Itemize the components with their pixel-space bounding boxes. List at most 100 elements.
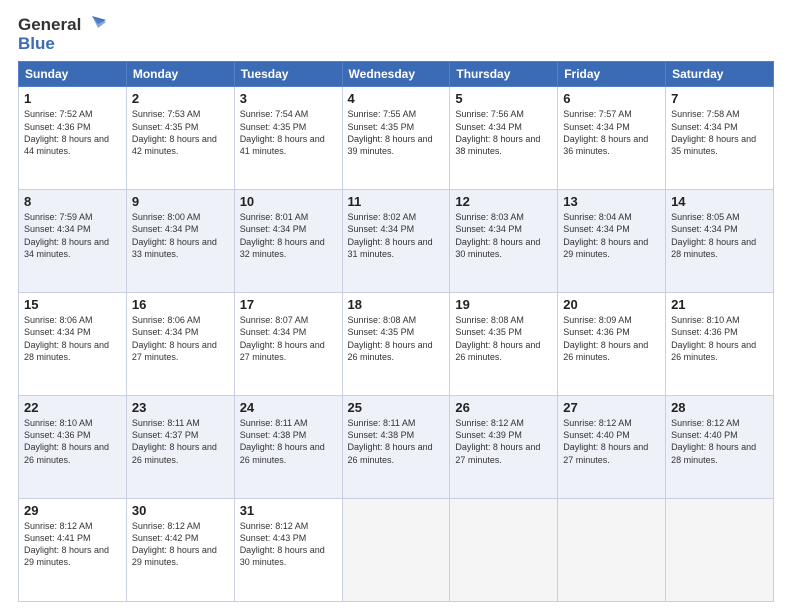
- day-number: 18: [348, 297, 445, 312]
- day-number: 6: [563, 91, 660, 106]
- day-info: Sunrise: 7:57 AMSunset: 4:34 PMDaylight:…: [563, 108, 660, 157]
- week-row-3: 15 Sunrise: 8:06 AMSunset: 4:34 PMDayligh…: [19, 293, 774, 396]
- logo-general: General: [18, 16, 81, 35]
- week-row-4: 22Sunrise: 8:10 AMSunset: 4:36 PMDayligh…: [19, 396, 774, 499]
- day-number: 22: [24, 400, 121, 415]
- day-info: Sunrise: 8:08 AMSunset: 4:35 PMDaylight:…: [348, 314, 445, 363]
- day-info: Sunrise: 7:54 AMSunset: 4:35 PMDaylight:…: [240, 108, 337, 157]
- weekday-header-sunday: Sunday: [19, 62, 127, 87]
- calendar-cell: 16 Sunrise: 8:06 AMSunset: 4:34 PMDayligh…: [126, 293, 234, 396]
- calendar-cell: 28Sunrise: 8:12 AMSunset: 4:40 PMDayligh…: [666, 396, 774, 499]
- logo-blue: Blue: [18, 35, 106, 54]
- calendar-cell: 21 Sunrise: 8:10 AMSunset: 4:36 PMDayligh…: [666, 293, 774, 396]
- day-number: 3: [240, 91, 337, 106]
- top-section: General Blue: [18, 16, 774, 53]
- day-info: Sunrise: 8:04 AMSunset: 4:34 PMDaylight:…: [563, 211, 660, 260]
- calendar-cell: 7 Sunrise: 7:58 AMSunset: 4:34 PMDaylight…: [666, 87, 774, 190]
- day-info: Sunrise: 8:12 AMSunset: 4:41 PMDaylight:…: [24, 520, 121, 569]
- calendar-cell: 19Sunrise: 8:08 AMSunset: 4:35 PMDayligh…: [450, 293, 558, 396]
- calendar-cell: 26 Sunrise: 8:12 AMSunset: 4:39 PMDayligh…: [450, 396, 558, 499]
- day-number: 7: [671, 91, 768, 106]
- calendar-cell: 25Sunrise: 8:11 AMSunset: 4:38 PMDayligh…: [342, 396, 450, 499]
- calendar-cell: 15 Sunrise: 8:06 AMSunset: 4:34 PMDayligh…: [19, 293, 127, 396]
- day-info: Sunrise: 8:11 AMSunset: 4:37 PMDaylight:…: [132, 417, 229, 466]
- calendar-cell: 23 Sunrise: 8:11 AMSunset: 4:37 PMDayligh…: [126, 396, 234, 499]
- day-number: 4: [348, 91, 445, 106]
- day-number: 5: [455, 91, 552, 106]
- weekday-header-monday: Monday: [126, 62, 234, 87]
- calendar-cell: 3 Sunrise: 7:54 AMSunset: 4:35 PMDaylight…: [234, 87, 342, 190]
- weekday-header-wednesday: Wednesday: [342, 62, 450, 87]
- week-row-2: 8Sunrise: 7:59 AMSunset: 4:34 PMDaylight…: [19, 190, 774, 293]
- logo-container: General Blue: [18, 16, 106, 53]
- day-info: Sunrise: 8:01 AMSunset: 4:34 PMDaylight:…: [240, 211, 337, 260]
- day-info: Sunrise: 7:52 AMSunset: 4:36 PMDaylight:…: [24, 108, 121, 157]
- calendar-cell: [342, 499, 450, 602]
- calendar-cell: 14 Sunrise: 8:05 AMSunset: 4:34 PMDayligh…: [666, 190, 774, 293]
- calendar-cell: 9Sunrise: 8:00 AMSunset: 4:34 PMDaylight…: [126, 190, 234, 293]
- calendar-cell: 30 Sunrise: 8:12 AMSunset: 4:42 PMDayligh…: [126, 499, 234, 602]
- calendar-cell: 17 Sunrise: 8:07 AMSunset: 4:34 PMDayligh…: [234, 293, 342, 396]
- day-number: 28: [671, 400, 768, 415]
- weekday-header-saturday: Saturday: [666, 62, 774, 87]
- day-info: Sunrise: 8:09 AMSunset: 4:36 PMDaylight:…: [563, 314, 660, 363]
- calendar-cell: 13 Sunrise: 8:04 AMSunset: 4:34 PMDayligh…: [558, 190, 666, 293]
- day-number: 1: [24, 91, 121, 106]
- calendar-cell: 24 Sunrise: 8:11 AMSunset: 4:38 PMDayligh…: [234, 396, 342, 499]
- calendar-cell: 27 Sunrise: 8:12 AMSunset: 4:40 PMDayligh…: [558, 396, 666, 499]
- calendar-cell: 22Sunrise: 8:10 AMSunset: 4:36 PMDayligh…: [19, 396, 127, 499]
- calendar-cell: 18 Sunrise: 8:08 AMSunset: 4:35 PMDayligh…: [342, 293, 450, 396]
- day-number: 30: [132, 503, 229, 518]
- day-number: 14: [671, 194, 768, 209]
- logo-bird-icon: [84, 14, 106, 32]
- day-info: Sunrise: 8:06 AMSunset: 4:34 PMDaylight:…: [24, 314, 121, 363]
- day-number: 13: [563, 194, 660, 209]
- day-info: Sunrise: 8:03 AMSunset: 4:34 PMDaylight:…: [455, 211, 552, 260]
- day-info: Sunrise: 8:12 AMSunset: 4:39 PMDaylight:…: [455, 417, 552, 466]
- calendar-cell: 6 Sunrise: 7:57 AMSunset: 4:34 PMDaylight…: [558, 87, 666, 190]
- day-info: Sunrise: 7:56 AMSunset: 4:34 PMDaylight:…: [455, 108, 552, 157]
- day-number: 15: [24, 297, 121, 312]
- day-info: Sunrise: 8:07 AMSunset: 4:34 PMDaylight:…: [240, 314, 337, 363]
- day-number: 17: [240, 297, 337, 312]
- day-info: Sunrise: 8:10 AMSunset: 4:36 PMDaylight:…: [671, 314, 768, 363]
- weekday-header-thursday: Thursday: [450, 62, 558, 87]
- calendar-table: SundayMondayTuesdayWednesdayThursdayFrid…: [18, 61, 774, 602]
- calendar-cell: [450, 499, 558, 602]
- day-info: Sunrise: 8:12 AMSunset: 4:43 PMDaylight:…: [240, 520, 337, 569]
- calendar-cell: [666, 499, 774, 602]
- weekday-header-tuesday: Tuesday: [234, 62, 342, 87]
- day-info: Sunrise: 8:05 AMSunset: 4:34 PMDaylight:…: [671, 211, 768, 260]
- calendar-cell: 29 Sunrise: 8:12 AMSunset: 4:41 PMDayligh…: [19, 499, 127, 602]
- calendar-cell: 1 Sunrise: 7:52 AMSunset: 4:36 PMDaylight…: [19, 87, 127, 190]
- day-number: 11: [348, 194, 445, 209]
- day-info: Sunrise: 7:59 AMSunset: 4:34 PMDaylight:…: [24, 211, 121, 260]
- day-info: Sunrise: 8:08 AMSunset: 4:35 PMDaylight:…: [455, 314, 552, 363]
- calendar-cell: 10Sunrise: 8:01 AMSunset: 4:34 PMDayligh…: [234, 190, 342, 293]
- day-info: Sunrise: 8:00 AMSunset: 4:34 PMDaylight:…: [132, 211, 229, 260]
- day-number: 20: [563, 297, 660, 312]
- day-number: 24: [240, 400, 337, 415]
- day-number: 26: [455, 400, 552, 415]
- day-info: Sunrise: 8:06 AMSunset: 4:34 PMDaylight:…: [132, 314, 229, 363]
- day-number: 29: [24, 503, 121, 518]
- page: General Blue SundayMondayTuesdayWednesda…: [0, 0, 792, 612]
- day-info: Sunrise: 8:02 AMSunset: 4:34 PMDaylight:…: [348, 211, 445, 260]
- weekday-header-friday: Friday: [558, 62, 666, 87]
- day-info: Sunrise: 8:11 AMSunset: 4:38 PMDaylight:…: [240, 417, 337, 466]
- day-info: Sunrise: 8:12 AMSunset: 4:42 PMDaylight:…: [132, 520, 229, 569]
- day-info: Sunrise: 8:12 AMSunset: 4:40 PMDaylight:…: [563, 417, 660, 466]
- calendar-cell: 2Sunrise: 7:53 AMSunset: 4:35 PMDaylight…: [126, 87, 234, 190]
- day-number: 23: [132, 400, 229, 415]
- day-number: 16: [132, 297, 229, 312]
- day-info: Sunrise: 8:11 AMSunset: 4:38 PMDaylight:…: [348, 417, 445, 466]
- day-info: Sunrise: 7:53 AMSunset: 4:35 PMDaylight:…: [132, 108, 229, 157]
- calendar-cell: 4 Sunrise: 7:55 AMSunset: 4:35 PMDaylight…: [342, 87, 450, 190]
- day-number: 27: [563, 400, 660, 415]
- calendar-cell: 20 Sunrise: 8:09 AMSunset: 4:36 PMDayligh…: [558, 293, 666, 396]
- day-info: Sunrise: 7:55 AMSunset: 4:35 PMDaylight:…: [348, 108, 445, 157]
- calendar-cell: [558, 499, 666, 602]
- day-number: 21: [671, 297, 768, 312]
- weekday-header-row: SundayMondayTuesdayWednesdayThursdayFrid…: [19, 62, 774, 87]
- day-info: Sunrise: 7:58 AMSunset: 4:34 PMDaylight:…: [671, 108, 768, 157]
